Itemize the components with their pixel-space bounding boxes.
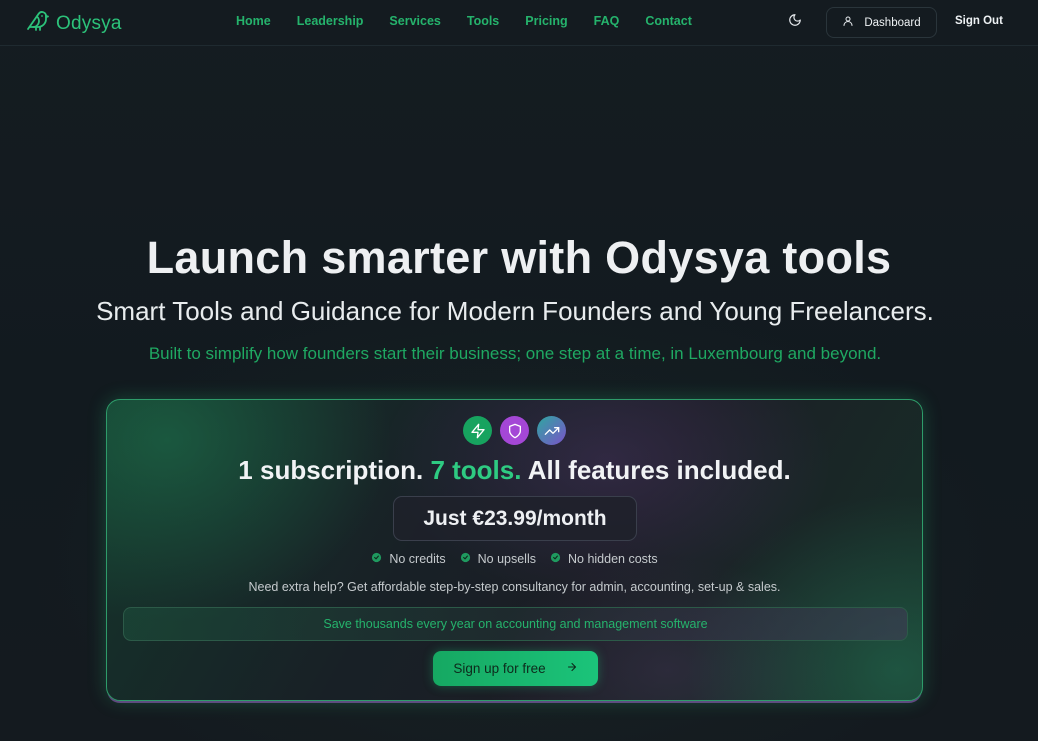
dashboard-button[interactable]: Dashboard (826, 7, 937, 38)
subscription-offer-card: 1 subscription. 7 tools. All features in… (106, 399, 923, 701)
nav-link-home[interactable]: Home (236, 14, 271, 28)
brand-name: Odysya (56, 12, 122, 34)
benefit-checks: No credits No upsells No hidden costs (107, 552, 922, 566)
headline-part-2: All features included. (527, 455, 791, 485)
benefit-item: No hidden costs (550, 552, 658, 566)
benefit-label: No hidden costs (568, 552, 658, 566)
bird-icon (26, 9, 50, 38)
nav-link-services[interactable]: Services (389, 14, 440, 28)
user-icon (842, 15, 854, 30)
headline-part-1: 1 subscription. (238, 455, 424, 485)
nav-link-pricing[interactable]: Pricing (525, 14, 567, 28)
headline-accent: 7 tools. (430, 455, 522, 485)
check-badge-icon (371, 552, 382, 566)
consultancy-help-text: Need extra help? Get affordable step-by-… (248, 580, 781, 594)
sign-up-label: Sign up for free (453, 661, 546, 676)
nav-link-contact[interactable]: Contact (645, 14, 692, 28)
sign-up-button[interactable]: Sign up for free (433, 651, 598, 686)
hero-tagline: Built to simplify how founders start the… (148, 344, 882, 363)
check-badge-icon (460, 552, 471, 566)
zap-icon (463, 416, 492, 445)
moon-icon (788, 14, 802, 31)
benefit-item: No upsells (460, 552, 536, 566)
savings-banner: Save thousands every year on accounting … (123, 607, 908, 641)
nav-links: Home Leadership Services Tools Pricing F… (236, 14, 718, 28)
hero-subtitle: Smart Tools and Guidance for Modern Foun… (96, 296, 934, 326)
nav-link-faq[interactable]: FAQ (594, 14, 620, 28)
benefit-item: No credits (371, 552, 446, 566)
top-navbar: Odysya Home Leadership Services Tools Pr… (0, 0, 1038, 46)
brand-logo[interactable]: Odysya (26, 9, 122, 38)
benefit-label: No credits (389, 552, 446, 566)
hero-title: Launch smarter with Odysya tools (146, 232, 892, 283)
check-badge-icon (550, 552, 561, 566)
sign-out-button[interactable]: Sign Out (955, 15, 1003, 27)
benefit-label: No upsells (477, 552, 536, 566)
shield-icon (500, 416, 529, 445)
theme-toggle-button[interactable] (788, 13, 808, 33)
arrow-right-icon (566, 661, 578, 676)
dashboard-label: Dashboard (864, 16, 921, 29)
feature-icons (463, 416, 566, 445)
nav-link-leadership[interactable]: Leadership (297, 14, 364, 28)
price-badge: Just €23.99/month (393, 496, 637, 541)
trending-up-icon (537, 416, 566, 445)
nav-link-tools[interactable]: Tools (467, 14, 499, 28)
offer-headline: 1 subscription. 7 tools. All features in… (107, 455, 922, 486)
